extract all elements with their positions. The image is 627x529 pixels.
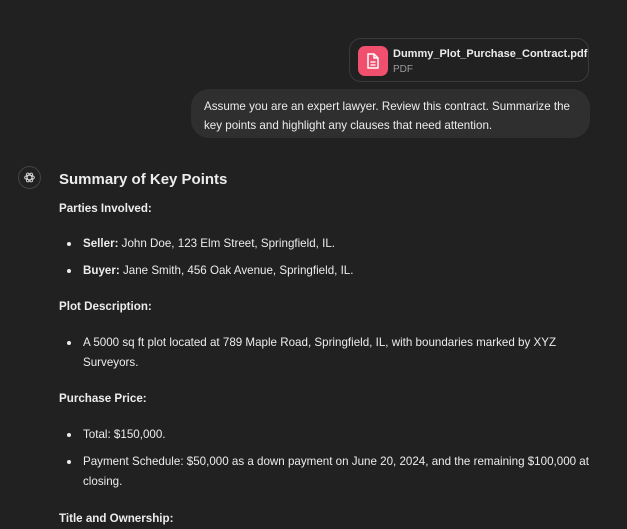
bullet-marker xyxy=(67,460,71,464)
item-label: Buyer: xyxy=(83,264,120,277)
section-title-parties: Parties Involved: xyxy=(59,202,152,215)
attachment-file-name: Dummy_Plot_Purchase_Contract.pdf xyxy=(393,48,588,60)
section-title-price: Purchase Price: xyxy=(59,392,147,405)
section-title-plot: Plot Description: xyxy=(59,300,152,313)
bullet-marker xyxy=(67,433,71,437)
document-icon xyxy=(358,46,388,76)
list-item-payment-schedule: Payment Schedule: $50,000 as a down paym… xyxy=(83,455,589,488)
user-message-bubble: Assume you are an expert lawyer. Review … xyxy=(191,89,590,138)
list-item-plot-description: A 5000 sq ft plot located at 789 Maple R… xyxy=(83,336,557,369)
bullet-marker xyxy=(67,269,71,273)
attachment-file-type: PDF xyxy=(393,64,413,75)
list-item-total: Total: $150,000. xyxy=(83,428,166,441)
list-item-buyer: Buyer: Jane Smith, 456 Oak Avenue, Sprin… xyxy=(83,261,593,281)
item-label: Seller: xyxy=(83,237,119,250)
section-title-ownership: Title and Ownership: xyxy=(59,512,174,525)
item-text: John Doe, 123 Elm Street, Springfield, I… xyxy=(118,237,335,250)
chatgpt-logo-icon xyxy=(18,166,41,189)
item-text: Jane Smith, 456 Oak Avenue, Springfield,… xyxy=(119,264,354,277)
response-heading: Summary of Key Points xyxy=(59,171,228,188)
attachment-card[interactable]: Dummy_Plot_Purchase_Contract.pdf PDF xyxy=(349,38,589,82)
bullet-marker xyxy=(67,341,71,345)
list-item-seller: Seller: John Doe, 123 Elm Street, Spring… xyxy=(83,234,593,254)
bullet-marker xyxy=(67,242,71,246)
